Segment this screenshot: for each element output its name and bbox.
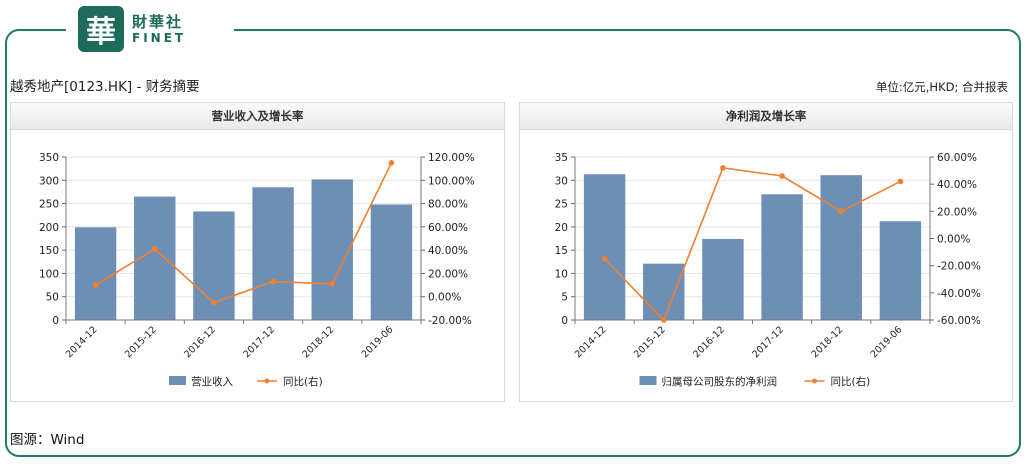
right-axis-tick-label: -60.00%: [937, 315, 981, 327]
bar: [311, 179, 353, 320]
right-axis-tick-label: 20.00%: [937, 206, 977, 218]
legend-bar-swatch: [639, 376, 657, 385]
finet-logo: 華 財華社 FINET: [66, 6, 234, 52]
legend-bar-label: 归属母公司股东的净利润: [662, 375, 778, 388]
revenue-chart: 0 50 100 150 200 250 300 350 -20.00% 0.00% 20.00% 4…: [39, 152, 475, 388]
x-axis-tick-label: 2015-12: [123, 324, 159, 360]
chart-title: 净利润及增长率: [520, 103, 1012, 130]
bar: [583, 174, 626, 320]
x-axis-tick-label: 2016-12: [691, 324, 727, 360]
legend-bar-swatch: [169, 376, 186, 385]
bar: [370, 204, 413, 320]
page-title: 越秀地产[0123.HK] - 财务摘要: [10, 79, 200, 95]
left-axis-tick-label: 0: [52, 315, 59, 327]
growth-point: [720, 165, 726, 171]
bar: [643, 263, 685, 320]
bar: [702, 238, 744, 320]
right-axis-tick-label: 0.00%: [428, 292, 461, 304]
left-axis-tick-label: 250: [39, 199, 59, 211]
x-axis-tick-label: 2019-06: [869, 324, 905, 360]
left-axis-tick-label: 10: [555, 268, 568, 280]
logo-mark: 華: [78, 6, 124, 52]
bar: [252, 187, 294, 320]
logo-text: 財華社 FINET: [132, 12, 187, 45]
source-note: 图源：Wind: [10, 432, 85, 448]
left-axis-tick-label: 15: [555, 245, 568, 257]
legend-line-marker: [812, 378, 817, 384]
x-axis-tick-label: 2014-12: [64, 324, 100, 360]
left-axis-tick-label: 200: [39, 222, 59, 234]
growth-point: [897, 178, 904, 185]
right-axis-tick-label: 40.00%: [937, 179, 977, 191]
bar: [820, 175, 862, 320]
logo-cn: 財華社: [132, 12, 184, 31]
left-axis-tick-label: 5: [561, 292, 568, 304]
right-axis-tick-label: -20.00%: [428, 315, 472, 327]
bar: [879, 221, 922, 320]
x-axis-tick-label: 2014-12: [573, 324, 609, 360]
growth-point: [838, 208, 845, 215]
legend-bar-label: 营业收入: [191, 375, 233, 388]
right-axis-tick-label: 20.00%: [428, 268, 468, 280]
legend-line-marker: [264, 378, 270, 384]
right-axis-tick-label: -20.00%: [937, 261, 981, 273]
left-axis-tick-label: 350: [39, 152, 59, 164]
right-axis-tick-label: 0.00%: [937, 234, 970, 246]
bar: [761, 194, 803, 320]
net-profit-chart: 0 5 10 15 20 25 30 35 -60.00% -40.00% -20.00% 0.00%…: [555, 152, 981, 388]
bar: [74, 227, 117, 320]
left-axis-tick-label: 0: [561, 315, 568, 327]
growth-point: [151, 246, 158, 252]
net-profit-chart-panel: 净利润及增长率 0 5 10 15 20 25 30 35 -60.00% -40.00% -20.…: [519, 102, 1013, 402]
left-axis-tick-label: 25: [555, 199, 568, 211]
growth-point: [779, 173, 785, 179]
growth-point: [388, 160, 395, 166]
right-axis-tick-label: 100.00%: [428, 175, 475, 187]
left-axis-tick-label: 150: [39, 245, 59, 257]
x-axis-tick-label: 2019-06: [360, 324, 396, 360]
left-axis-tick-label: 300: [39, 175, 59, 187]
right-axis-tick-label: 40.00%: [428, 245, 468, 257]
unit-label: 单位:亿元,HKD; 合并报表: [875, 80, 1008, 94]
x-axis-tick-label: 2018-12: [810, 324, 846, 360]
legend-line-label: 同比(右): [283, 375, 323, 388]
logo-en: FINET: [132, 30, 187, 45]
growth-point: [270, 278, 276, 285]
right-axis-tick-label: 60.00%: [937, 152, 977, 164]
legend-line-label: 同比(右): [831, 375, 871, 388]
left-axis-tick-label: 50: [46, 292, 59, 304]
right-axis-tick-label: 60.00%: [428, 222, 468, 234]
revenue-chart-panel: 营业收入及增长率 0 50 100 150 200 250 300 350 -20.00% 0.0…: [10, 102, 505, 402]
x-axis-tick-label: 2015-12: [632, 324, 668, 360]
x-axis-tick-label: 2016-12: [182, 324, 218, 360]
growth-point: [211, 299, 217, 306]
left-axis-tick-label: 35: [555, 152, 568, 164]
growth-point: [601, 256, 608, 262]
left-axis-tick-label: 100: [39, 268, 59, 280]
growth-point: [660, 317, 667, 323]
left-axis-tick-label: 20: [555, 222, 568, 234]
left-axis-tick-label: 30: [555, 175, 568, 187]
right-axis-tick-label: -40.00%: [937, 288, 981, 300]
x-axis-tick-label: 2017-12: [750, 324, 786, 360]
growth-point: [329, 281, 336, 287]
right-axis-tick-label: 80.00%: [428, 199, 468, 211]
right-axis-tick-label: 120.00%: [428, 152, 475, 164]
chart-title: 营业收入及增长率: [11, 103, 504, 130]
growth-point: [92, 282, 99, 288]
x-axis-tick-label: 2018-12: [301, 324, 337, 360]
x-axis-tick-label: 2017-12: [241, 324, 277, 360]
